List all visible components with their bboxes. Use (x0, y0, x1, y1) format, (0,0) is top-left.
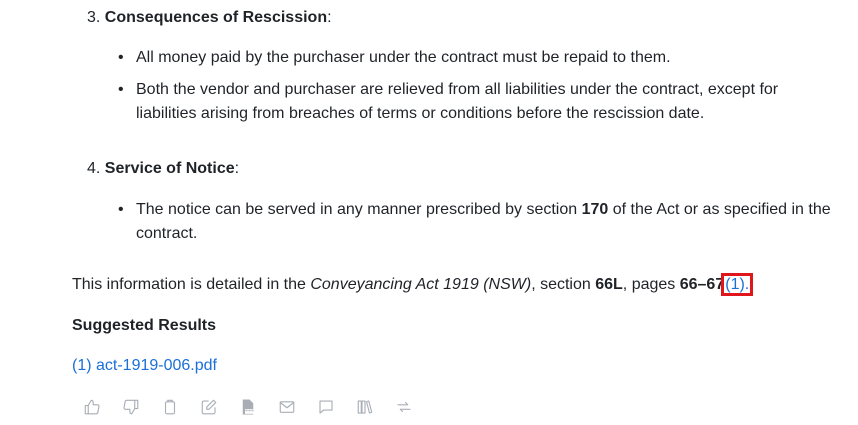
section-colon: : (234, 160, 240, 177)
doc-export-icon[interactable] (238, 397, 258, 417)
comment-icon[interactable] (316, 397, 336, 417)
list-item: • Both the vendor and purchaser are reli… (118, 78, 818, 126)
text-segment: , pages (622, 276, 680, 293)
section-colon: : (327, 9, 332, 26)
list-item-text: The notice can be served in any manner p… (136, 198, 838, 246)
section-title: Service of Notice (104, 160, 235, 177)
response-toolbar (82, 396, 433, 418)
copy-icon[interactable] (160, 397, 180, 417)
list-item: • All money paid by the purchaser under … (118, 46, 818, 70)
act-name: Conveyancing Act 1919 (NSW) (310, 276, 532, 293)
text-segment: The notice can be served in any manner p… (136, 201, 582, 218)
summary-sentence: This information is detailed in the Conv… (72, 273, 754, 296)
section-heading-service: 4. Service of Notice: (87, 158, 239, 180)
text-segment: , section (531, 276, 596, 293)
refresh-icon[interactable] (394, 397, 414, 417)
bullet-marker: • (118, 81, 124, 98)
thumbs-up-icon[interactable] (82, 397, 102, 417)
email-icon[interactable] (277, 397, 297, 417)
list-item-text: All money paid by the purchaser under th… (136, 49, 671, 66)
bullet-marker: • (118, 49, 124, 66)
suggested-results-heading: Suggested Results (72, 317, 217, 334)
list-item: • The notice can be served in any manner… (118, 198, 838, 246)
citation-link[interactable]: (1). (721, 273, 754, 296)
chat-response: 3. Consequences of Rescission: • All mon… (0, 0, 858, 425)
edit-icon[interactable] (199, 397, 219, 417)
pages-ref: 66–67 (679, 276, 725, 293)
section-heading-consequences: 3. Consequences of Rescission: (87, 7, 332, 29)
section-title: Consequences of Rescission (104, 9, 328, 26)
thumbs-down-icon[interactable] (121, 397, 141, 417)
section-number: 3. (87, 9, 101, 26)
section-ref: 66L (595, 276, 623, 293)
section-number-bold: 170 (581, 201, 609, 218)
suggested-result-link[interactable]: (1) act-1919-006.pdf (72, 355, 217, 377)
list-item-text: Both the vendor and purchaser are reliev… (136, 81, 779, 122)
bullet-marker: • (118, 201, 124, 218)
section-number: 4. (87, 160, 101, 177)
text-segment: This information is detailed in the (72, 276, 311, 293)
library-icon[interactable] (355, 397, 375, 417)
